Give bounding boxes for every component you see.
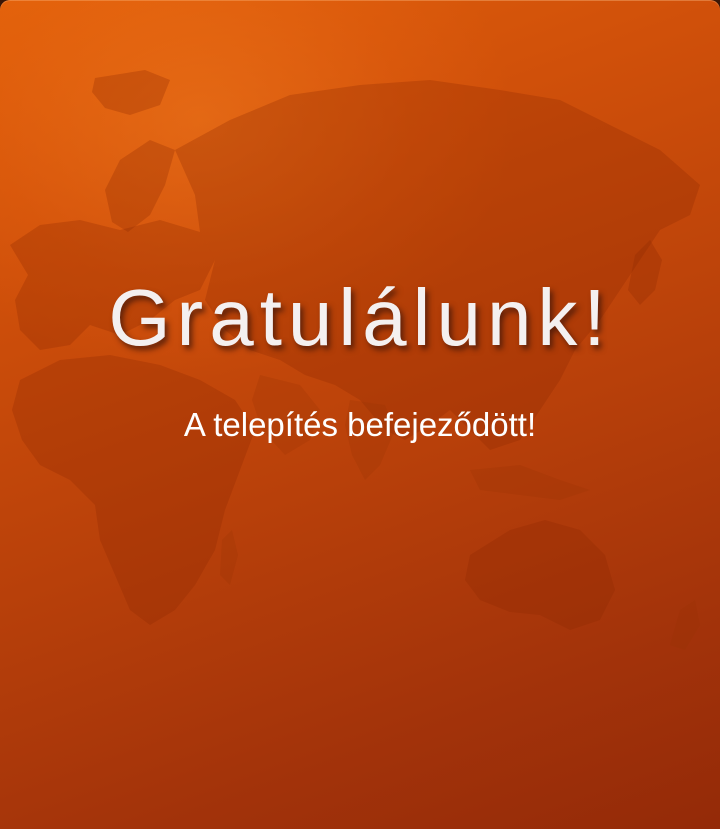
installation-complete-message: A telepítés befejeződött! (183, 406, 537, 443)
map-indonesia (470, 465, 590, 500)
map-scandinavia (105, 140, 175, 232)
map-australia (465, 520, 615, 630)
map-new-zealand (670, 600, 700, 650)
congratulations-title: Gratulálunk! (108, 273, 612, 362)
map-africa (12, 355, 255, 625)
map-madagascar (220, 530, 238, 585)
map-asia (175, 80, 700, 450)
completion-panel: Gratulálunk! A telepítés befejeződött! (0, 0, 720, 829)
map-greenland (92, 70, 170, 115)
